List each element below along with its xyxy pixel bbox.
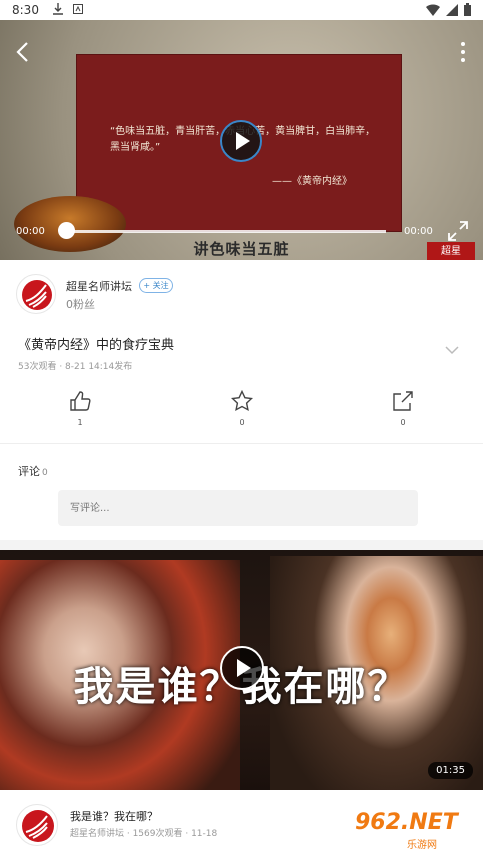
- related-video-meta: 超星名师讲坛 · 1569次观看 · 11-18: [70, 829, 218, 839]
- video-duration: 01:35: [428, 762, 473, 779]
- share-icon: [393, 391, 413, 411]
- chevron-left-icon: [16, 42, 28, 62]
- wifi-icon: [426, 3, 440, 19]
- related-author-avatar[interactable]: [16, 804, 58, 846]
- video-title: 《黄帝内经》中的食疗宝典: [18, 338, 175, 353]
- chevron-down-icon: [445, 346, 459, 355]
- author-row: 超星名师讲坛 + 关注 0粉丝: [0, 260, 483, 324]
- comments-header: 评论 0: [18, 463, 48, 479]
- battery-icon: [464, 3, 471, 19]
- brand-logo-icon: [22, 280, 52, 310]
- fan-count: 0粉丝: [66, 298, 95, 311]
- comments-label: 评论: [18, 465, 40, 478]
- progress-bar[interactable]: [66, 230, 386, 233]
- favorite-button[interactable]: 0: [222, 390, 262, 427]
- share-button[interactable]: 0: [383, 390, 423, 427]
- related-video-title: 我是谁？我在哪？: [70, 810, 158, 823]
- signal-icon: [446, 3, 458, 19]
- follow-button[interactable]: + 关注: [139, 278, 173, 293]
- brand-stamp: 超星: [427, 242, 475, 260]
- fullscreen-button[interactable]: [447, 220, 469, 242]
- current-time: 00:00: [16, 226, 45, 237]
- download-icon: [52, 2, 63, 18]
- favorite-count: 0: [239, 418, 245, 427]
- star-icon: [231, 390, 253, 412]
- video-player[interactable]: “色味当五脏，青当肝苦，赤当心苦，黄当脾甘，白当肺辛，黑当肾咸。” ——《黄帝内…: [0, 20, 483, 260]
- fullscreen-icon: [448, 221, 468, 241]
- author-name[interactable]: 超星名师讲坛: [66, 278, 132, 294]
- play-button[interactable]: [220, 120, 262, 162]
- action-bar: 1 0 0: [0, 388, 483, 438]
- section-divider: [0, 443, 483, 444]
- related-play-button[interactable]: [220, 646, 264, 690]
- comments-count: 0: [42, 468, 48, 478]
- section-separator: [0, 540, 483, 550]
- notification-icon: [72, 3, 83, 17]
- watermark-sub: 乐游网: [407, 840, 437, 851]
- share-count: 0: [400, 418, 406, 427]
- status-indicators: [426, 3, 471, 19]
- watermark-main: 962.NET: [355, 810, 458, 835]
- like-button[interactable]: 1: [60, 390, 100, 427]
- more-vertical-icon: [461, 42, 465, 62]
- player-quote-source: ——《黄帝内经》: [272, 176, 352, 187]
- author-avatar[interactable]: [16, 274, 56, 314]
- site-watermark: 962.NET 乐游网: [347, 808, 477, 852]
- video-meta: 53次观看 · 8-21 14:14发布: [18, 362, 133, 372]
- thumbs-up-icon: [70, 391, 91, 411]
- total-time: 00:00: [404, 226, 433, 237]
- status-bar: 8:30: [0, 0, 483, 20]
- like-count: 1: [77, 418, 83, 427]
- brand-logo-icon: [22, 810, 54, 842]
- related-video-info[interactable]: 我是谁？我在哪？ 超星名师讲坛 · 1569次观看 · 11-18 962.NE…: [0, 790, 483, 858]
- expand-description-button[interactable]: [445, 340, 459, 355]
- status-time: 8:30: [12, 3, 39, 17]
- progress-knob[interactable]: [58, 222, 75, 239]
- comment-input[interactable]: [58, 490, 418, 526]
- play-icon: [236, 132, 250, 150]
- back-button[interactable]: [12, 40, 36, 64]
- play-icon: [237, 659, 251, 677]
- video-subtitle: 讲色味当五脏: [193, 240, 290, 258]
- related-video-thumbnail[interactable]: 我是谁？我在哪？ 01:35: [0, 550, 483, 790]
- more-options-button[interactable]: [459, 40, 467, 64]
